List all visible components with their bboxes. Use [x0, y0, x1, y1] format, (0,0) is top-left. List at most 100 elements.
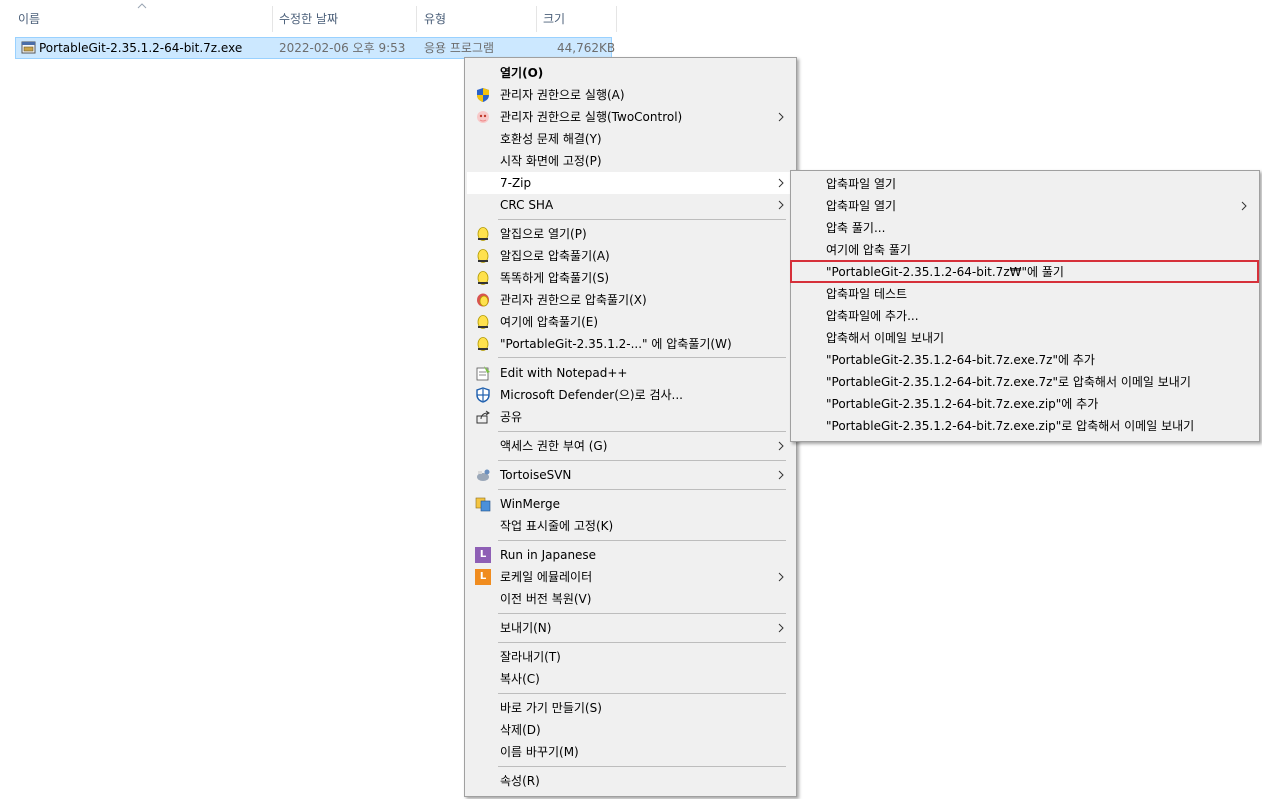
column-divider[interactable]: [616, 6, 617, 32]
menu-delete[interactable]: 삭제(D): [467, 719, 794, 741]
defender-shield-icon: [476, 387, 490, 403]
menu-label: 여기에 압축 풀기: [826, 243, 911, 257]
uac-shield-icon: [477, 88, 489, 102]
menu-label: "PortableGit-2.35.1.2-64-bit.7z.exe.7z"로…: [826, 375, 1191, 389]
menu-label: 똑똑하게 압축풀기(S): [500, 271, 610, 285]
menu-rename[interactable]: 이름 바꾸기(M): [467, 741, 794, 763]
sort-ascending-icon: [137, 3, 147, 9]
menu-run-as-admin[interactable]: 관리자 권한으로 실행(A): [467, 84, 794, 106]
menu-label: 바로 가기 만들기(S): [500, 701, 602, 715]
menu-separator: [498, 766, 786, 767]
menu-label: 7-Zip: [500, 176, 532, 190]
menu-admin-extract[interactable]: 관리자 권한으로 압축풀기(X): [467, 289, 794, 311]
menu-7zip[interactable]: 7-Zip: [467, 172, 794, 194]
menu-label: 관리자 권한으로 실행(A): [500, 88, 625, 102]
menu-share[interactable]: 공유: [467, 406, 794, 428]
submenu-compress-email[interactable]: 압축해서 이메일 보내기: [793, 327, 1257, 349]
column-name[interactable]: 이름: [18, 0, 40, 36]
submenu-add-zip[interactable]: "PortableGit-2.35.1.2-64-bit.7z.exe.zip"…: [793, 393, 1257, 415]
menu-restore-versions[interactable]: 이전 버전 복원(V): [467, 588, 794, 610]
menu-run-as-admin-twocontrol[interactable]: 관리자 권한으로 실행(TwoControl): [467, 106, 794, 128]
menu-label: 호환성 문제 해결(Y): [500, 132, 602, 146]
file-name: PortableGit-2.35.1.2-64-bit.7z.exe: [39, 41, 243, 55]
menu-properties[interactable]: 속성(R): [467, 770, 794, 792]
menu-defender[interactable]: Microsoft Defender(으)로 검사...: [467, 384, 794, 406]
menu-separator: [498, 357, 786, 358]
column-divider[interactable]: [416, 6, 417, 32]
column-modified[interactable]: 수정한 날짜: [279, 0, 338, 36]
menu-open[interactable]: 열기(O): [467, 62, 794, 84]
menu-run-japanese[interactable]: L Run in Japanese: [467, 544, 794, 566]
submenu-add-to-archive[interactable]: 압축파일에 추가...: [793, 305, 1257, 327]
menu-label: 로케일 에뮬레이터: [500, 570, 593, 584]
menu-send-to[interactable]: 보내기(N): [467, 617, 794, 639]
menu-troubleshoot[interactable]: 호환성 문제 해결(Y): [467, 128, 794, 150]
exe-file-icon: [21, 41, 36, 54]
menu-pin-start[interactable]: 시작 화면에 고정(P): [467, 150, 794, 172]
menu-tortoisesvn[interactable]: TortoiseSVN: [467, 464, 794, 486]
submenu-open-archive[interactable]: 압축파일 열기: [793, 173, 1257, 195]
submenu-extract[interactable]: 압축 풀기...: [793, 217, 1257, 239]
menu-give-access[interactable]: 액세스 권한 부여 (G): [467, 435, 794, 457]
chevron-right-icon: [778, 572, 784, 582]
menu-label: TortoiseSVN: [500, 468, 572, 482]
file-size: 44,762KB: [557, 41, 616, 55]
menu-label: 속성(R): [500, 774, 540, 788]
menu-label: 압축 풀기...: [826, 221, 886, 235]
menu-label: 공유: [500, 410, 523, 424]
menu-winmerge[interactable]: WinMerge: [467, 493, 794, 515]
menu-label: 복사(C): [500, 672, 540, 686]
menu-separator: [498, 540, 786, 541]
menu-label: "PortableGit-2.35.1.2-..." 에 압축풀기(W): [500, 337, 732, 351]
menu-label: 압축파일 열기: [826, 199, 897, 213]
menu-separator: [498, 431, 786, 432]
menu-alzip-extract[interactable]: 알집으로 압축풀기(A): [467, 245, 794, 267]
column-type[interactable]: 유형: [424, 0, 446, 36]
alzip-egg-icon: [477, 227, 489, 241]
menu-cut[interactable]: 잘라내기(T): [467, 646, 794, 668]
menu-label: 삭제(D): [500, 723, 541, 737]
submenu-add-7z[interactable]: "PortableGit-2.35.1.2-64-bit.7z.exe.7z"에…: [793, 349, 1257, 371]
menu-copy[interactable]: 복사(C): [467, 668, 794, 690]
alzip-egg-icon: [477, 271, 489, 285]
submenu-open-archive-more[interactable]: 압축파일 열기: [793, 195, 1257, 217]
menu-label: 보내기(N): [500, 621, 552, 635]
menu-extract-here[interactable]: 여기에 압축풀기(E): [467, 311, 794, 333]
menu-separator: [498, 613, 786, 614]
menu-separator: [498, 693, 786, 694]
chevron-right-icon: [778, 623, 784, 633]
chevron-right-icon: [778, 112, 784, 122]
menu-label: 압축해서 이메일 보내기: [826, 331, 945, 345]
menu-pin-taskbar[interactable]: 작업 표시줄에 고정(K): [467, 515, 794, 537]
winmerge-icon: [475, 497, 491, 512]
locale-emulator-orange-icon: L: [475, 569, 491, 585]
alzip-egg-icon: [477, 315, 489, 329]
column-divider[interactable]: [536, 6, 537, 32]
menu-label: "PortableGit-2.35.1.2-64-bit.7z.exe.7z"에…: [826, 353, 1095, 367]
menu-crc-sha[interactable]: CRC SHA: [467, 194, 794, 216]
column-header: 이름 수정한 날짜 유형 크기: [0, 0, 1262, 36]
submenu-email-7z[interactable]: "PortableGit-2.35.1.2-64-bit.7z.exe.7z"로…: [793, 371, 1257, 393]
chevron-right-icon: [778, 470, 784, 480]
menu-label: Run in Japanese: [500, 548, 597, 562]
menu-smart-extract[interactable]: 똑똑하게 압축풀기(S): [467, 267, 794, 289]
submenu-test-archive[interactable]: 압축파일 테스트: [793, 283, 1257, 305]
menu-notepad[interactable]: Edit with Notepad++: [467, 362, 794, 384]
menu-locale-emulator[interactable]: L 로케일 에뮬레이터: [467, 566, 794, 588]
menu-alzip-open[interactable]: 알집으로 열기(P): [467, 223, 794, 245]
menu-label: 이름 바꾸기(M): [500, 745, 579, 759]
menu-create-shortcut[interactable]: 바로 가기 만들기(S): [467, 697, 794, 719]
file-modified: 2022-02-06 오후 9:53: [279, 41, 406, 55]
menu-extract-to[interactable]: "PortableGit-2.35.1.2-..." 에 압축풀기(W): [467, 333, 794, 355]
submenu-email-zip[interactable]: "PortableGit-2.35.1.2-64-bit.7z.exe.zip"…: [793, 415, 1257, 437]
file-row[interactable]: PortableGit-2.35.1.2-64-bit.7z.exe 2022-…: [15, 37, 616, 59]
twocontrol-icon: [477, 111, 489, 123]
menu-label: 알집으로 열기(P): [500, 227, 587, 241]
chevron-right-icon: [1241, 201, 1247, 211]
context-menu: 열기(O) 관리자 권한으로 실행(A) 관리자 권한으로 실행(TwoCont…: [464, 57, 797, 797]
file-type: 응용 프로그램: [424, 41, 495, 55]
chevron-right-icon: [778, 200, 784, 210]
column-divider[interactable]: [272, 6, 273, 32]
submenu-extract-here[interactable]: 여기에 압축 풀기: [793, 239, 1257, 261]
column-size[interactable]: 크기: [543, 0, 565, 36]
